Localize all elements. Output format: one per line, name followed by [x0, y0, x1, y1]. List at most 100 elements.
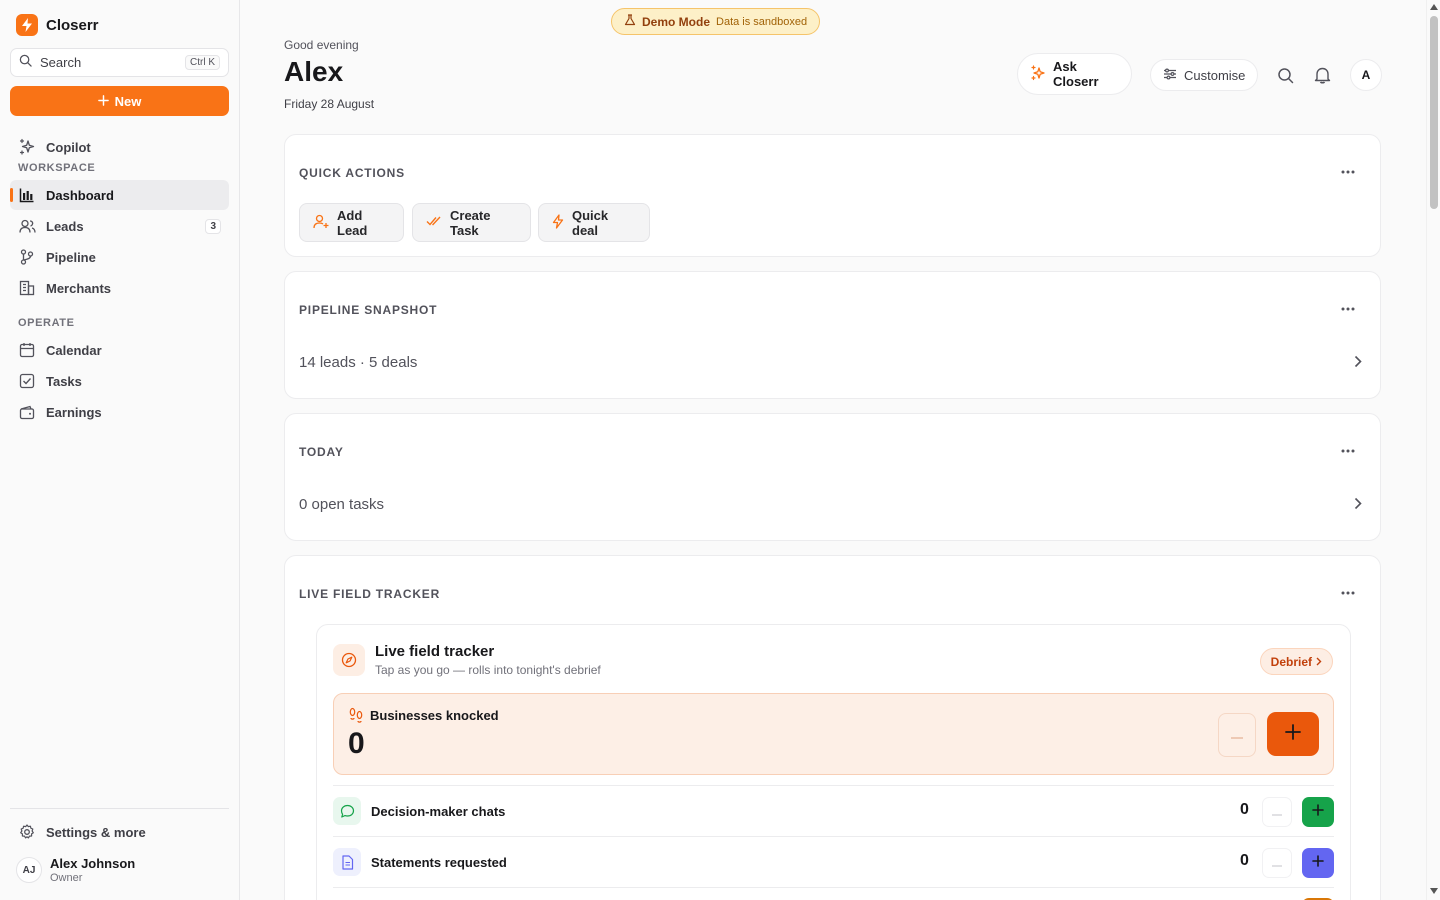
- sparkle-icon: [18, 138, 36, 156]
- businesses-knocked-counter: Businesses knocked 0: [333, 693, 1334, 775]
- navigation-icon: [333, 644, 365, 676]
- live-field-tracker-card: LIVE FIELD TRACKER Live field tracker Ta…: [284, 555, 1381, 900]
- scroll-down-arrow-icon[interactable]: [1430, 888, 1438, 894]
- demo-mode-title: Demo Mode: [642, 14, 711, 29]
- more-icon[interactable]: [1338, 304, 1358, 314]
- plus-icon: [97, 94, 109, 109]
- plus-icon: [1285, 723, 1301, 745]
- ask-closerr-button[interactable]: Ask Closerr: [1017, 53, 1132, 95]
- bar-chart-icon: [18, 186, 36, 204]
- git-branch-icon: [18, 248, 36, 266]
- row-value: 0: [1240, 852, 1249, 869]
- demo-mode-banner: Demo Mode Data is sandboxed: [611, 8, 821, 35]
- decrement-button[interactable]: [1262, 848, 1292, 878]
- search-label: Search: [40, 55, 82, 70]
- search-shortcut: Ctrl K: [185, 55, 220, 70]
- tracker-row: Statements requested 0: [333, 836, 1334, 887]
- create-task-button[interactable]: Create Task: [412, 203, 531, 242]
- users-icon: [18, 217, 36, 235]
- pipeline-summary: 14 leads · 5 deals: [299, 354, 418, 371]
- sidebar-item-merchants[interactable]: Merchants: [10, 273, 229, 303]
- sidebar-item-pipeline[interactable]: Pipeline: [10, 242, 229, 272]
- new-button[interactable]: New: [10, 86, 229, 116]
- flask-icon: [624, 14, 636, 29]
- user-plus-icon: [313, 214, 329, 232]
- increment-button[interactable]: [1302, 848, 1334, 878]
- debrief-button[interactable]: Debrief: [1259, 648, 1333, 675]
- increment-button[interactable]: [1302, 797, 1334, 827]
- row-label: Statements requested: [371, 855, 507, 870]
- quick-deal-label: Quick deal: [572, 207, 609, 238]
- leads-count-badge: 3: [205, 218, 221, 234]
- sidebar-item-label: Tasks: [46, 373, 82, 389]
- gear-icon: [18, 823, 36, 841]
- app-name: Closerr: [46, 16, 99, 34]
- plus-icon: [1312, 854, 1324, 872]
- pipeline-snapshot-card[interactable]: PIPELINE SNAPSHOT 14 leads · 5 deals: [284, 271, 1381, 399]
- tracker-row: Decision-maker chats 0: [333, 785, 1334, 836]
- customise-label: Customise: [1184, 67, 1246, 83]
- footprints-icon: [348, 707, 364, 728]
- check-double-icon: [426, 215, 442, 230]
- more-icon[interactable]: [1338, 588, 1358, 598]
- settings-label: Settings & more: [46, 824, 146, 840]
- businesses-knocked-value: 0: [348, 727, 365, 760]
- debrief-label: Debrief: [1270, 654, 1312, 669]
- decrement-button[interactable]: [1218, 713, 1256, 757]
- increment-button[interactable]: [1267, 712, 1319, 756]
- search-input[interactable]: Search Ctrl K: [10, 48, 229, 77]
- brand[interactable]: Closerr: [16, 14, 99, 36]
- minus-icon: [1231, 726, 1243, 744]
- add-lead-button[interactable]: Add Lead: [299, 203, 404, 242]
- sidebar-item-copilot[interactable]: Copilot: [10, 132, 229, 162]
- tracker-row: [333, 887, 1334, 900]
- businesses-knocked-label: Businesses knocked: [370, 708, 499, 723]
- sidebar-item-label: Leads: [46, 218, 84, 234]
- more-icon[interactable]: [1338, 167, 1358, 177]
- new-label: New: [114, 93, 142, 109]
- bell-icon[interactable]: [1311, 64, 1333, 86]
- sidebar-item-tasks[interactable]: Tasks: [10, 366, 229, 396]
- search-icon[interactable]: [1274, 64, 1296, 86]
- sidebar-item-calendar[interactable]: Calendar: [10, 335, 229, 365]
- scrollbar[interactable]: [1426, 0, 1440, 900]
- section-label-operate: OPERATE: [18, 317, 75, 329]
- minus-icon: [1272, 803, 1282, 821]
- bolt-logo-icon: [16, 14, 38, 36]
- main-content: Demo Mode Data is sandboxed Good evening…: [240, 0, 1426, 900]
- row-value: 0: [1240, 801, 1249, 818]
- checkbox-icon: [18, 372, 36, 390]
- tracker-panel: Live field tracker Tap as you go — rolls…: [316, 624, 1351, 900]
- scrollbar-thumb[interactable]: [1430, 16, 1438, 209]
- today-summary: 0 open tasks: [299, 496, 385, 513]
- sidebar-item-leads[interactable]: Leads 3: [10, 211, 229, 241]
- avatar[interactable]: A: [1350, 59, 1382, 91]
- add-lead-label: Add Lead: [337, 207, 368, 238]
- chevron-right-icon[interactable]: [1354, 355, 1362, 373]
- bolt-icon: [552, 213, 564, 232]
- sidebar-item-label: Earnings: [46, 404, 102, 420]
- scroll-up-arrow-icon[interactable]: [1430, 4, 1438, 10]
- tracker-subtitle: Tap as you go — rolls into tonight's deb…: [375, 663, 601, 677]
- document-icon: [333, 848, 361, 876]
- minus-icon: [1272, 854, 1282, 872]
- plus-icon: [1312, 803, 1324, 821]
- chevron-right-icon[interactable]: [1354, 497, 1362, 515]
- calendar-icon: [18, 341, 36, 359]
- settings-button[interactable]: Settings & more: [10, 817, 229, 847]
- card-title: LIVE FIELD TRACKER: [299, 587, 441, 601]
- user-profile[interactable]: AJ Alex Johnson Owner: [16, 856, 135, 884]
- sidebar-item-earnings[interactable]: Earnings: [10, 397, 229, 427]
- today-card[interactable]: TODAY 0 open tasks: [284, 413, 1381, 541]
- search-icon: [19, 54, 32, 72]
- card-title: TODAY: [299, 445, 344, 459]
- more-icon[interactable]: [1338, 446, 1358, 456]
- quick-deal-button[interactable]: Quick deal: [538, 203, 650, 242]
- decrement-button[interactable]: [1262, 797, 1292, 827]
- customise-button[interactable]: Customise: [1150, 59, 1258, 91]
- sidebar-item-dashboard[interactable]: Dashboard: [10, 180, 229, 210]
- row-label: Decision-maker chats: [371, 804, 506, 819]
- user-role: Owner: [50, 872, 83, 884]
- sidebar-item-label: Calendar: [46, 342, 102, 358]
- card-title: QUICK ACTIONS: [299, 166, 405, 180]
